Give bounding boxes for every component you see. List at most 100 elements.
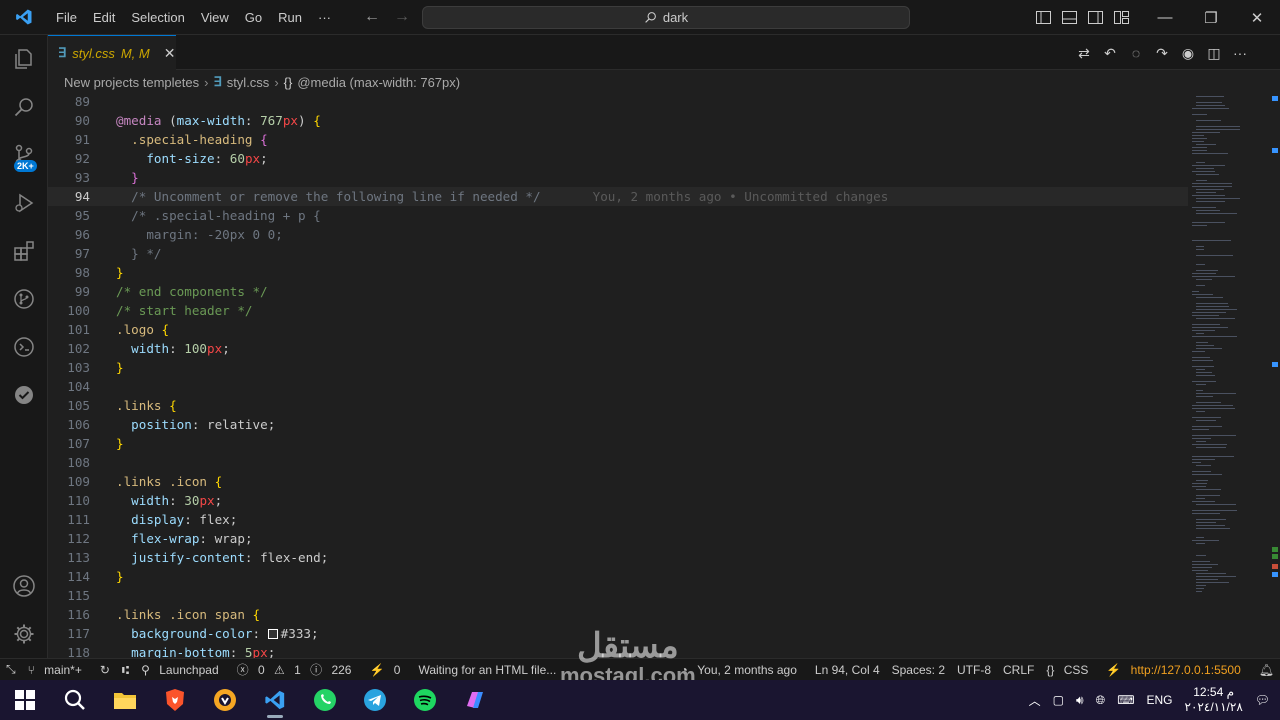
split-editor-icon[interactable]: ◫ — [1204, 43, 1224, 63]
toggle-panel-icon[interactable] — [1056, 0, 1082, 35]
tasks-check-icon[interactable] — [0, 371, 48, 419]
open-changes-icon[interactable]: ◉ — [1178, 43, 1198, 63]
language-mode[interactable]: {} CSS — [1040, 663, 1100, 677]
notifications-bell-icon[interactable]: 🔔︎ — [1253, 663, 1280, 677]
encoding[interactable]: UTF-8 — [951, 663, 997, 677]
problems-indicator[interactable]: ⓧ 0 ⚠ 1 ⓘ 226 — [231, 661, 364, 678]
file-explorer-icon[interactable] — [100, 680, 150, 720]
close-tab-icon[interactable]: ✕ — [164, 45, 176, 62]
code-line[interactable]: 112 flex-wrap: wrap; — [48, 529, 1188, 548]
code-line[interactable]: 99 /* end components */ — [48, 282, 1188, 301]
menu-file[interactable]: File — [48, 0, 85, 35]
device-icon[interactable]: ▢ — [1053, 693, 1064, 707]
more-actions-icon[interactable]: ··· — [1230, 43, 1250, 63]
code-line[interactable]: 104 — [48, 377, 1188, 396]
taskbar-search-icon[interactable] — [50, 680, 100, 720]
code-line[interactable]: 94 /* Uncomment or remove the following … — [48, 187, 1188, 206]
accounts-icon[interactable] — [0, 562, 48, 610]
breadcrumb-folder[interactable]: New projects templetes — [64, 75, 199, 90]
sync-icon[interactable]: ↻ — [94, 663, 116, 677]
end-of-line[interactable]: CRLF — [997, 663, 1040, 677]
remote-explorer-icon[interactable] — [0, 323, 48, 371]
customize-layout-icon[interactable] — [1108, 0, 1134, 35]
waiting-status[interactable]: Waiting for an HTML file... — [412, 663, 562, 677]
ports-indicator[interactable]: ⚡ 0 — [363, 663, 412, 677]
whatsapp-icon[interactable] — [300, 680, 350, 720]
code-line[interactable]: 110 width: 30px; — [48, 491, 1188, 510]
code-line[interactable]: 103} — [48, 358, 1188, 377]
code-line[interactable]: 106 position: relative; — [48, 415, 1188, 434]
live-server-status[interactable]: ⚡ http://127.0.0.1:5500 — [1100, 663, 1252, 677]
cursor-position[interactable]: Ln 94, Col 4 — [809, 663, 886, 677]
compare-changes-icon[interactable]: ⇄ — [1074, 43, 1094, 63]
git-graph-status-icon[interactable]: ⑆ — [116, 663, 135, 677]
code-editor[interactable]: 89 90 @media (max-width: 767px) {91 .speci… — [48, 92, 1188, 658]
close-window-icon[interactable]: ✕ — [1234, 0, 1280, 35]
blame-status[interactable]: ◔ You, 2 months ago — [675, 663, 809, 677]
search-view-icon[interactable] — [0, 83, 48, 131]
branch-indicator[interactable]: ⑂ main*+ — [22, 663, 94, 677]
notification-center-icon[interactable]: 💬︎ — [1255, 693, 1270, 707]
source-control-icon[interactable]: 2K+ — [0, 131, 48, 179]
code-line[interactable]: 105 .links { — [48, 396, 1188, 415]
vscode-taskbar-icon[interactable] — [250, 680, 300, 720]
menu-go[interactable]: Go — [237, 0, 270, 35]
run-debug-icon[interactable] — [0, 179, 48, 227]
menu-run[interactable]: Run — [270, 0, 310, 35]
code-line[interactable]: 116 .links .icon span { — [48, 605, 1188, 624]
restore-window-icon[interactable]: ❐ — [1188, 0, 1234, 35]
code-line[interactable]: 101 .logo { — [48, 320, 1188, 339]
opera-gx-icon[interactable] — [200, 680, 250, 720]
code-line[interactable]: 91 .special-heading { — [48, 130, 1188, 149]
code-line[interactable]: 95 /* .special-heading + p { — [48, 206, 1188, 225]
minimize-window-icon[interactable]: — — [1142, 0, 1188, 35]
indentation[interactable]: Spaces: 2 — [886, 663, 951, 677]
timeline-icon[interactable]: ◌ — [1126, 43, 1146, 63]
code-line[interactable]: 102 width: 100px; — [48, 339, 1188, 358]
toggle-primary-sidebar-icon[interactable] — [1030, 0, 1056, 35]
code-line[interactable]: 115 — [48, 586, 1188, 605]
tab-styl-css[interactable]: ∃ styl.css M, M ✕ — [48, 35, 176, 70]
code-line[interactable]: 114} — [48, 567, 1188, 586]
toggle-secondary-sidebar-icon[interactable] — [1082, 0, 1108, 35]
code-line[interactable]: 89 — [48, 92, 1188, 111]
windows-start-icon[interactable] — [0, 680, 50, 720]
code-line[interactable]: 113 justify-content: flex-end; — [48, 548, 1188, 567]
code-line[interactable]: 97 } */ — [48, 244, 1188, 263]
menu-more[interactable]: ··· — [310, 0, 339, 35]
clock[interactable]: 12:54 م ٢٠٢٤/١١/٢٨ — [1185, 685, 1243, 715]
code-line[interactable]: 108 — [48, 453, 1188, 472]
code-line[interactable]: 109 .links .icon { — [48, 472, 1188, 491]
settings-gear-icon[interactable] — [0, 610, 48, 658]
code-line[interactable]: 92 font-size: 60px; — [48, 149, 1188, 168]
copilot-icon[interactable] — [450, 680, 500, 720]
code-line[interactable]: 107} — [48, 434, 1188, 453]
code-line[interactable]: 118 margin-bottom: 5px; — [48, 643, 1188, 658]
menu-selection[interactable]: Selection — [123, 0, 192, 35]
spotify-icon[interactable] — [400, 680, 450, 720]
volume-icon[interactable]: 🔊︎ — [1076, 693, 1084, 708]
telegram-icon[interactable] — [350, 680, 400, 720]
extensions-icon[interactable] — [0, 227, 48, 275]
git-graph-icon[interactable] — [0, 275, 48, 323]
remote-indicator-icon[interactable]: ⤡ — [0, 662, 22, 677]
explorer-icon[interactable] — [0, 35, 48, 83]
launchpad-item[interactable]: ⚲ Launchpad — [135, 663, 231, 677]
code-line[interactable]: 96 margin: -20px 0 0; — [48, 225, 1188, 244]
code-line[interactable]: 93 } — [48, 168, 1188, 187]
show-hidden-icons-icon[interactable]: ︿ — [1029, 692, 1041, 709]
breadcrumb-file[interactable]: styl.css — [227, 75, 270, 90]
minimap[interactable] — [1188, 92, 1278, 658]
network-globe-icon[interactable]: 🌐︎ — [1096, 693, 1106, 708]
code-line[interactable]: 100 /* start header */ — [48, 301, 1188, 320]
command-center-search[interactable]: dark — [422, 6, 910, 29]
code-line[interactable]: 117 background-color: #333; — [48, 624, 1188, 643]
code-line[interactable]: 90 @media (max-width: 767px) { — [48, 111, 1188, 130]
next-change-icon[interactable]: ↷ — [1152, 43, 1172, 63]
breadcrumb-symbol[interactable]: @media (max-width: 767px) — [297, 75, 460, 90]
forward-arrow-icon[interactable]: → — [394, 8, 410, 26]
brave-browser-icon[interactable] — [150, 680, 200, 720]
code-line[interactable]: 98} — [48, 263, 1188, 282]
input-language[interactable]: ENG — [1147, 693, 1173, 707]
code-line[interactable]: 111 display: flex; — [48, 510, 1188, 529]
